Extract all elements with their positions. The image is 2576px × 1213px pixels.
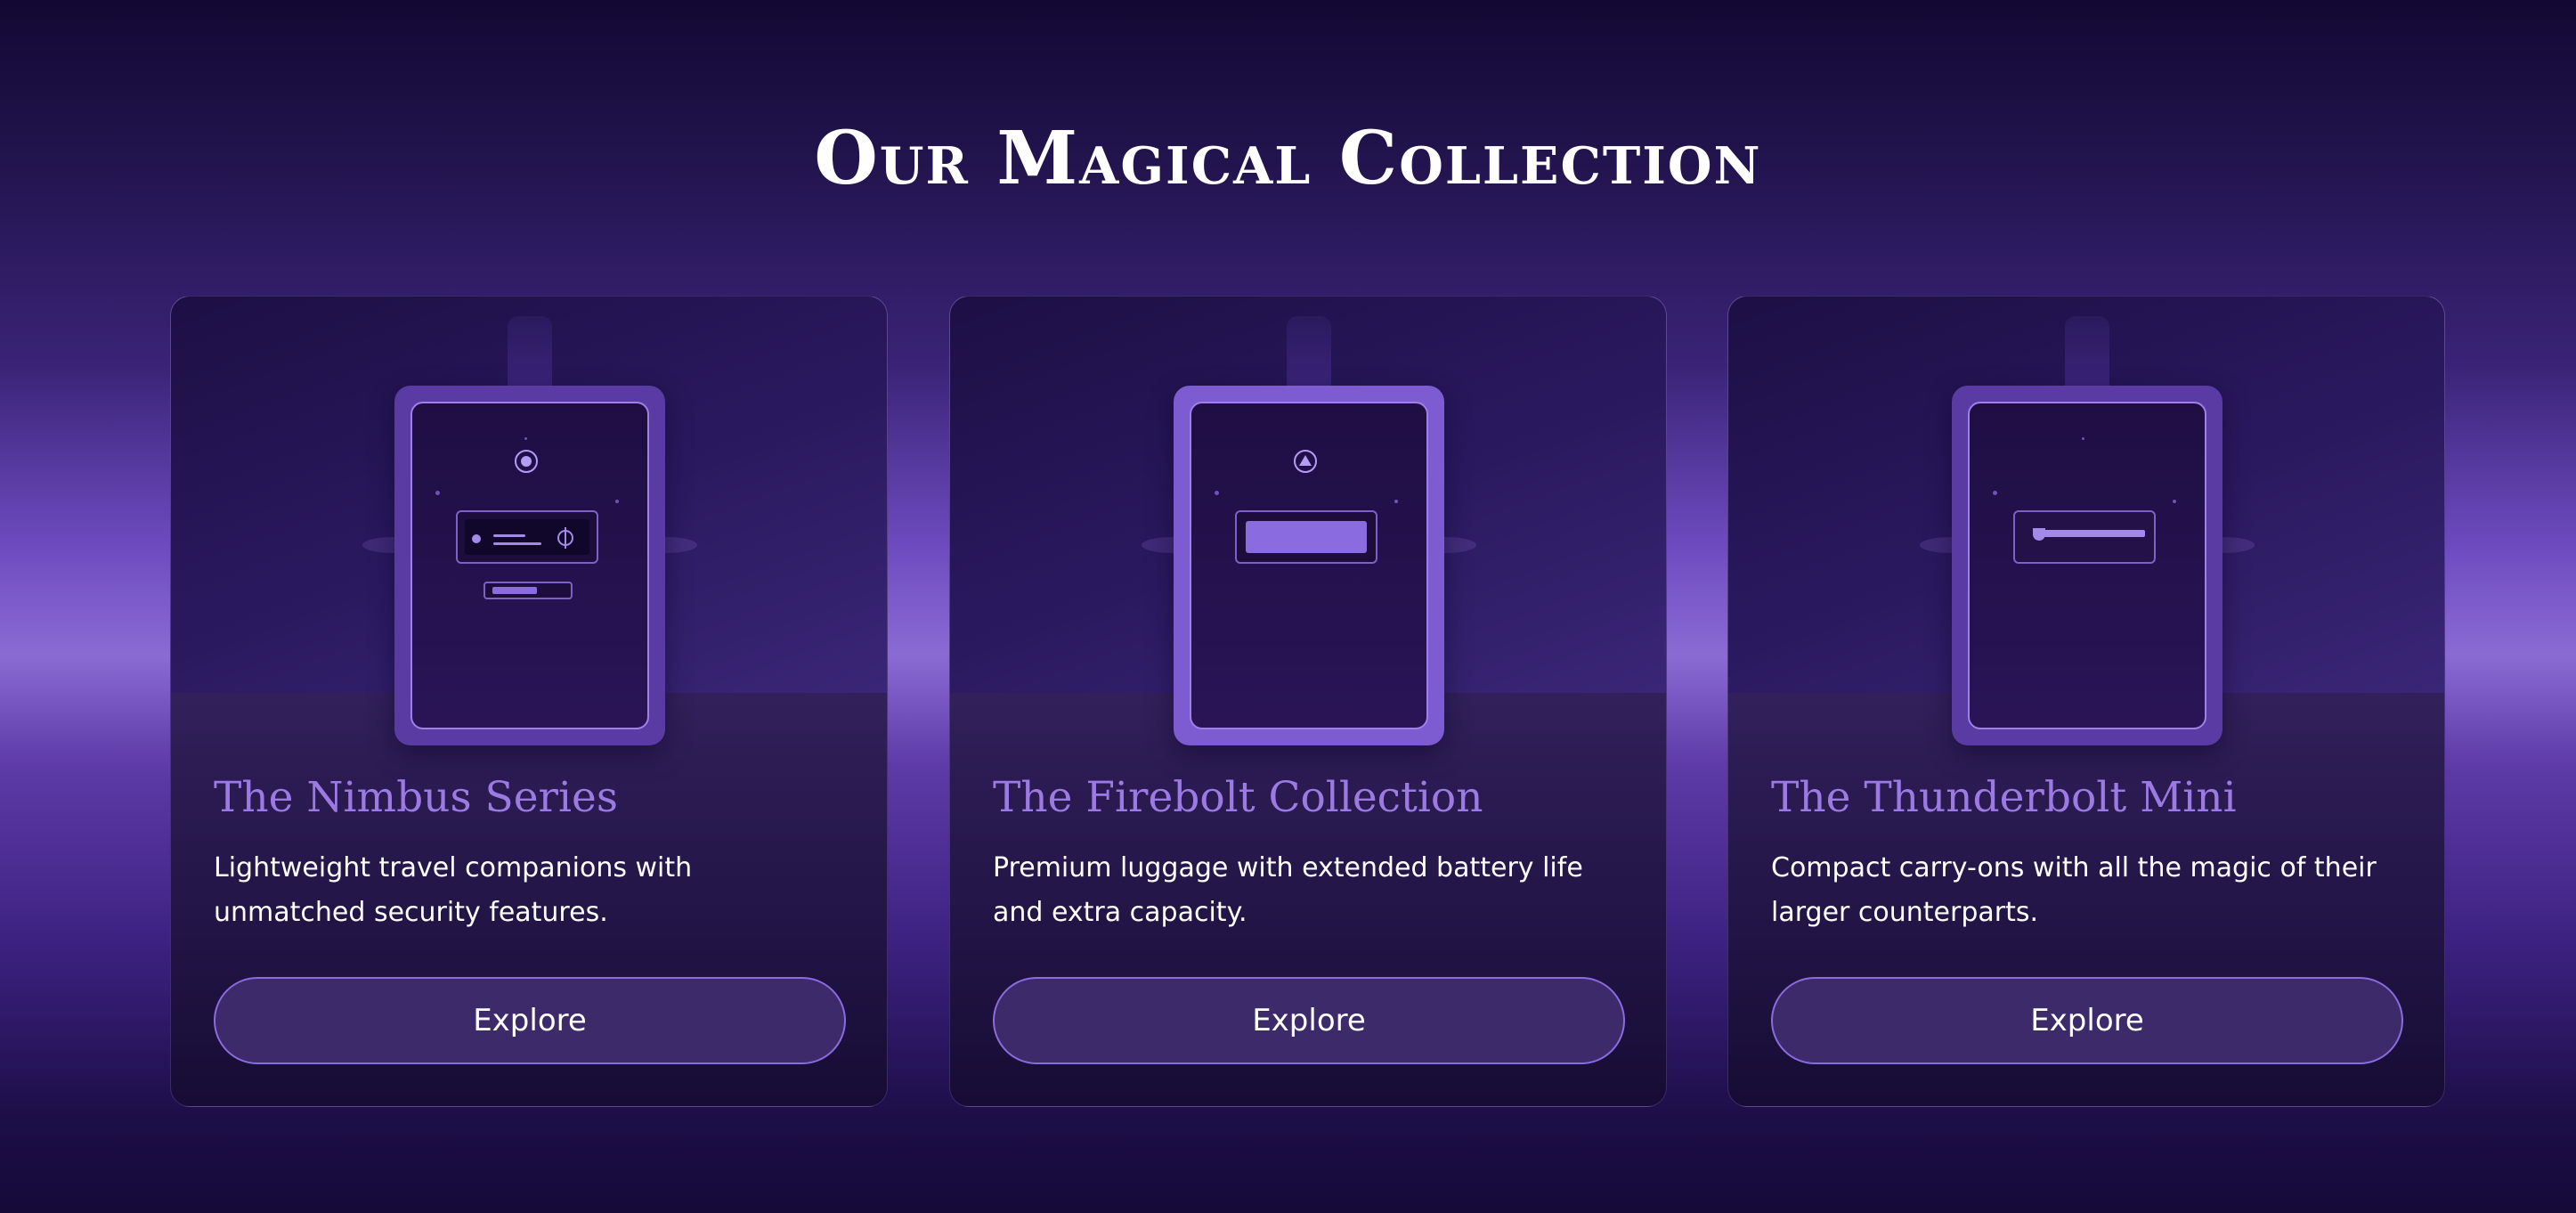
- indicator-line-icon: [493, 534, 525, 537]
- card-title: The Nimbus Series: [214, 773, 618, 822]
- tag-fill: [492, 587, 537, 594]
- card-title: The Firebolt Collection: [993, 773, 1483, 822]
- suitcase-illustration: [394, 386, 665, 745]
- suitcase-handle-icon: [2065, 316, 2109, 387]
- explore-button[interactable]: Explore: [1771, 977, 2403, 1064]
- indicator-line-icon: [493, 542, 541, 545]
- name-tag: [484, 582, 573, 599]
- rivet-icon: [435, 491, 440, 495]
- slot-panel: [2013, 510, 2156, 564]
- battery-bar-icon: [1246, 521, 1367, 553]
- combination-dial-icon: [557, 527, 573, 549]
- circle-emblem-icon: [515, 450, 538, 473]
- card-title: The Thunderbolt Mini: [1771, 773, 2237, 822]
- rivet-icon: [1215, 491, 1219, 495]
- card-description: Lightweight travel companions with unmat…: [214, 852, 693, 928]
- slot-line-icon: [2038, 530, 2145, 537]
- lock-screen: [465, 519, 589, 555]
- rivet-icon: [2173, 500, 2176, 503]
- suitcase-body: [1968, 402, 2206, 729]
- product-card-firebolt: The Firebolt Collection Premium luggage …: [949, 296, 1667, 1107]
- triangle-emblem-icon: [1294, 450, 1317, 473]
- rivet-icon: [2082, 437, 2084, 440]
- explore-button[interactable]: Explore: [993, 977, 1625, 1064]
- lock-panel: [456, 510, 598, 564]
- card-description: Premium luggage with extended battery li…: [993, 852, 1583, 928]
- page-title: Our Magical Collection: [814, 116, 1762, 201]
- product-card-nimbus: The Nimbus Series Lightweight travel com…: [170, 296, 888, 1107]
- explore-button[interactable]: Explore: [214, 977, 846, 1064]
- battery-panel: [1235, 510, 1377, 564]
- suitcase-handle-icon: [508, 316, 552, 387]
- suitcase-illustration: [1174, 386, 1444, 745]
- suitcase-illustration: [1952, 386, 2223, 745]
- suitcase-body: [410, 402, 649, 729]
- rivet-icon: [524, 437, 527, 440]
- product-card-thunderbolt: The Thunderbolt Mini Compact carry-ons w…: [1727, 296, 2445, 1107]
- rivet-icon: [615, 500, 619, 503]
- rivet-icon: [1993, 491, 1997, 495]
- card-description: Compact carry-ons with all the magic of …: [1771, 852, 2377, 928]
- suitcase-handle-icon: [1287, 316, 1331, 387]
- indicator-dot-icon: [472, 534, 481, 543]
- suitcase-body: [1190, 402, 1428, 729]
- rivet-icon: [1394, 500, 1398, 503]
